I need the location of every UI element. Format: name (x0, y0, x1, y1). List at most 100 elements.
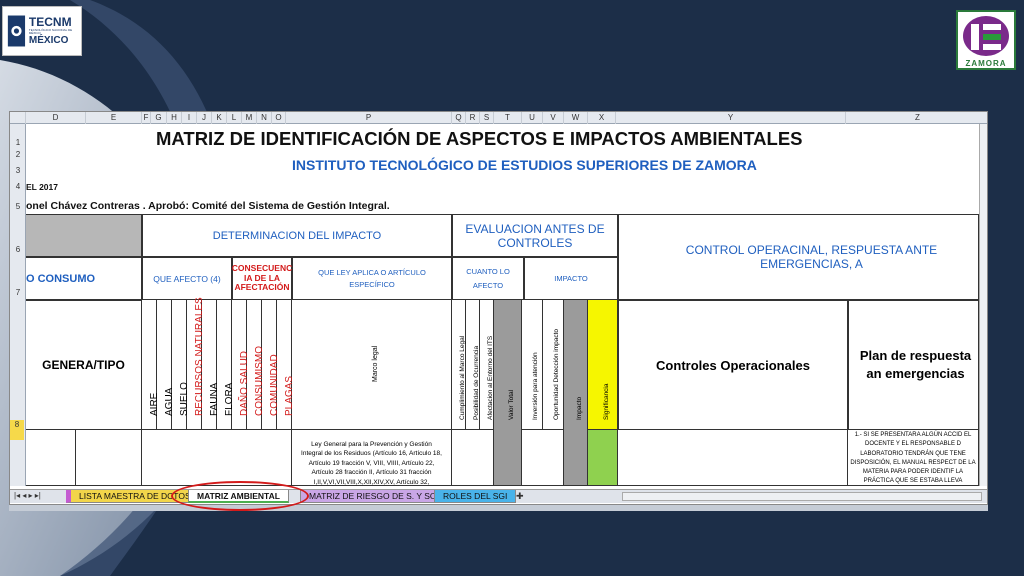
eval-label: Valor Total (507, 389, 515, 420)
status-bar (9, 505, 988, 511)
que-ley-header: QUE LEY APLICA O ARTÍCULO ESPECÍFICO (292, 257, 452, 300)
suelo-col: SUELO (172, 300, 190, 430)
col-header[interactable]: V (543, 112, 564, 124)
recursos-col: RECURSOS NATURALES (187, 297, 205, 430)
marco-label: Marco legal (371, 345, 379, 382)
revision-date: EL 2017 (26, 182, 58, 192)
tecnm-gear-icon (7, 15, 26, 47)
col-header[interactable]: O (272, 112, 286, 124)
col-header[interactable]: I (182, 112, 197, 124)
col-header[interactable]: X (588, 112, 616, 124)
highlight-ellipse (171, 481, 309, 511)
row-headers: 1 2 3 4 5 6 7 8 (10, 124, 26, 486)
logo-zamora-label: ZAMORA (965, 59, 1007, 68)
col-header[interactable]: Q (452, 112, 466, 124)
new-sheet-icon[interactable]: ✚ (516, 491, 524, 502)
sheet-grid: MATRIZ DE IDENTIFICACIÓN DE ASPECTOS E I… (26, 124, 979, 486)
horizontal-scrollbar[interactable] (622, 492, 982, 501)
eval-label: Cumplimiento al Marco Legal (458, 335, 466, 420)
eval-col: Cumplimiento al Marco Legal (452, 300, 466, 430)
col-header[interactable]: L (227, 112, 242, 124)
valor-total-col: Valor Total (494, 300, 522, 486)
its-emblem-icon (963, 16, 1009, 56)
vertical-scrollbar[interactable] (979, 124, 987, 486)
fauna-col: FAUNA (202, 300, 220, 430)
ley-cell[interactable]: Ley General para la Prevención y Gestión… (292, 430, 452, 486)
col-header[interactable]: Z (846, 112, 987, 124)
plagas-col: PLAGAS (277, 300, 295, 430)
flora-col: FLORA (217, 300, 235, 430)
col-header[interactable]: W (564, 112, 588, 124)
marco-col: Marco legal (292, 300, 452, 430)
col-header[interactable]: M (242, 112, 257, 124)
data-cell[interactable] (618, 430, 848, 486)
col-header[interactable]: R (466, 112, 480, 124)
agua-col: AGUA (157, 300, 175, 430)
col-header[interactable]: N (257, 112, 272, 124)
aire-col: AIRE (142, 300, 160, 430)
significancia-cell[interactable] (588, 430, 618, 486)
col-header[interactable]: T (494, 112, 522, 124)
row-header[interactable]: 8 (10, 420, 24, 440)
col-header[interactable]: F (142, 112, 151, 124)
control-header: CONTROL OPERACINAL, RESPUESTA ANTE EMERG… (618, 214, 979, 300)
tab-nav-arrows-icon[interactable]: |◂ ◂ ▸ ▸| (14, 491, 41, 500)
row-header[interactable]: 5 (10, 202, 26, 211)
logo-line3: MÉXICO (28, 35, 69, 46)
col-header[interactable]: Y (616, 112, 846, 124)
sheet-tabs-bar: |◂ ◂ ▸ ▸| LISTA MAESTRA DE DCTOS MATRIZ … (10, 489, 987, 503)
col-header[interactable]: P (286, 112, 452, 124)
row-header[interactable]: 2 (10, 150, 26, 159)
data-cell[interactable] (522, 430, 564, 486)
approval-text: onel Chávez Contreras . Aprobó: Comité d… (26, 200, 390, 212)
header-blank (26, 214, 142, 257)
row-header[interactable]: 6 (10, 245, 26, 254)
col-header[interactable]: J (197, 112, 212, 124)
eval-col: Oportunidad Detección impacto (543, 300, 564, 430)
impacto-col: Impacto (564, 300, 588, 486)
data-cell[interactable] (76, 430, 142, 486)
select-all-corner[interactable] (10, 112, 26, 124)
logo-line1: TECNM (28, 15, 72, 29)
genera-tipo-header: GENERA/TIPO (26, 300, 142, 430)
eval-col: Inversión para atención (522, 300, 543, 430)
data-cell[interactable] (26, 430, 76, 486)
eval-label: Afectacion al Entorno del ITS (486, 335, 494, 420)
eval-col: Posibilidad de Ocurrencia (466, 300, 480, 430)
tab-roles-sgi[interactable]: ROLES DEL SGI (434, 490, 517, 503)
impacto-header: IMPACTO (524, 257, 618, 300)
col-header[interactable]: E (86, 112, 142, 124)
row-header[interactable]: 7 (10, 288, 26, 297)
data-cell[interactable] (142, 430, 292, 486)
col-header[interactable]: S (480, 112, 494, 124)
eval-col: Afectacion al Entorno del ITS (480, 300, 494, 430)
consumo-header: O CONSUMO (26, 257, 142, 300)
plan-cell[interactable]: 1.- SI SE PRESENTARA ALGÚN ACCID EL DOCE… (848, 430, 979, 486)
data-cell[interactable] (452, 430, 494, 486)
col-header[interactable]: K (212, 112, 227, 124)
dano-salud-col: DAÑO SALUD (232, 300, 250, 430)
eval-label: Impacto (575, 396, 583, 420)
row-header[interactable]: 1 (10, 138, 26, 147)
row-header[interactable]: 3 (10, 166, 26, 175)
sheet-subtitle: INSTITUTO TECNOLÓGICO DE ESTUDIOS SUPERI… (292, 157, 757, 173)
eval-label: Oportunidad Detección impacto (553, 328, 560, 420)
tecnm-logo: TECNM TECNOLÓGICO NACIONAL DE MÉXICO MÉX… (2, 6, 82, 56)
plan-header: Plan de respuesta an emergencias (848, 300, 979, 430)
que-afecto-header: QUE AFECTO (4) (142, 257, 232, 300)
comunidad-col: COMUNIDAD (262, 300, 280, 430)
tab-matriz-riesgo[interactable]: MATRIZ DE RIESGO DE S. Y SO (300, 490, 446, 503)
consumismo-col: CONSUMISMO (247, 300, 265, 430)
determinacion-header: DETERMINACION DEL IMPACTO (142, 214, 452, 257)
controles-header: Controles Operacionales (618, 300, 848, 430)
its-zamora-logo: ZAMORA (956, 10, 1016, 70)
evaluacion-header: EVALUACION ANTES DE CONTROLES (452, 214, 618, 257)
col-header[interactable]: D (26, 112, 86, 124)
col-header[interactable]: U (522, 112, 543, 124)
column-headers: D E F G H I J K L M N O P Q R S T U V W … (10, 112, 987, 124)
col-header[interactable]: G (151, 112, 167, 124)
col-header[interactable]: H (167, 112, 182, 124)
spreadsheet-window: D E F G H I J K L M N O P Q R S T U V W … (9, 111, 988, 505)
eval-label: Inversión para atención (532, 352, 539, 420)
row-header[interactable]: 4 (10, 182, 26, 191)
